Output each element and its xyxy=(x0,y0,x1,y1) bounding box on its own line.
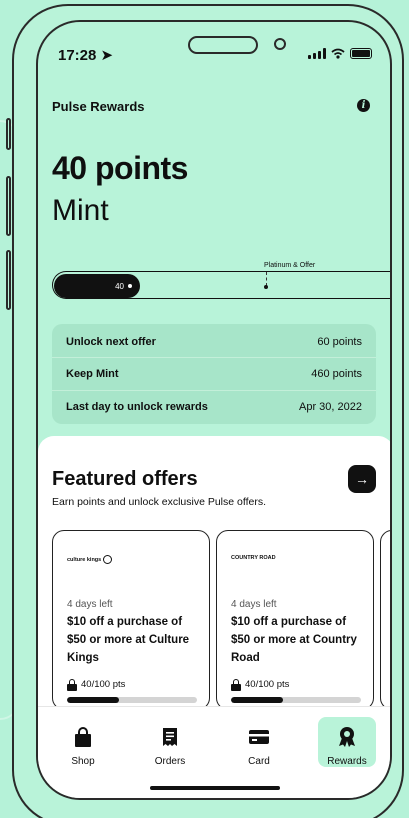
offer-title: $10 off a purchase of $50 or more at Cou… xyxy=(231,616,357,664)
tab-orders[interactable]: Orders xyxy=(141,717,199,767)
tab-label: Rewards xyxy=(327,756,367,767)
offer-points-label: 40/100 pts xyxy=(245,679,290,690)
receipt-icon xyxy=(163,728,177,746)
days-left: 4 days left xyxy=(67,599,113,610)
phone-screen: 17:28 ➤ Pulse Rewards i 40 points Mint 4… xyxy=(36,20,392,800)
brand-logo: culture kings xyxy=(67,555,113,564)
offer-points: 40/100 pts xyxy=(67,678,126,691)
camera-dot xyxy=(274,38,286,50)
milestone-label: Platinum & Offer xyxy=(264,262,316,269)
phone-side-button xyxy=(6,118,11,150)
tab-label: Orders xyxy=(154,756,186,767)
info-row: Last day to unlock rewards Apr 30, 2022 xyxy=(66,401,362,413)
signal-icon xyxy=(308,48,326,59)
featured-title: Featured offers xyxy=(52,468,198,490)
info-row-label: Unlock next offer xyxy=(66,336,156,348)
offer-progress-fill xyxy=(231,697,283,703)
battery-icon xyxy=(350,48,372,59)
shopping-bag-icon xyxy=(75,727,91,747)
points-total: 40 points xyxy=(52,150,188,186)
phone-side-button xyxy=(6,176,11,236)
tab-label: Card xyxy=(248,756,270,767)
offer-card[interactable]: COUNTRY ROAD 4 days left $10 off a purch… xyxy=(216,530,374,710)
info-row-value: 460 points xyxy=(311,368,362,380)
tab-label: Shop xyxy=(71,756,95,767)
offer-card[interactable] xyxy=(380,530,390,710)
offer-card[interactable]: culture kings 4 days left $10 off a purc… xyxy=(52,530,210,710)
tier-name: Mint xyxy=(52,194,109,227)
offer-points: 40/100 pts xyxy=(231,678,290,691)
info-row-value: 60 points xyxy=(317,336,362,348)
offer-title: $10 off a purchase of $50 or more at Cul… xyxy=(67,616,190,664)
lock-icon xyxy=(231,678,241,691)
milestone-dot xyxy=(264,285,268,289)
brand-name: culture kings xyxy=(67,556,102,563)
tab-rewards[interactable]: Rewards xyxy=(318,717,376,767)
home-indicator xyxy=(150,786,280,790)
offer-points-label: 40/100 pts xyxy=(81,679,126,690)
phone-side-button xyxy=(6,250,11,310)
milestone-tick xyxy=(266,272,267,286)
info-row: Unlock next offer 60 points xyxy=(66,336,362,348)
status-time: 17:28 ➤ xyxy=(58,47,114,64)
info-row-value: Apr 30, 2022 xyxy=(299,401,362,413)
arrow-right-icon: → xyxy=(355,471,369,487)
progress-dot xyxy=(128,284,132,288)
progress-value: 40 xyxy=(115,281,124,291)
offer-progress-bar xyxy=(67,697,197,703)
tab-shop[interactable]: Shop xyxy=(54,717,112,767)
rewards-info-panel: Unlock next offer 60 points Keep Mint 46… xyxy=(52,324,376,424)
status-icons xyxy=(308,48,372,59)
divider xyxy=(52,390,376,391)
brand-name: COUNTRY ROAD xyxy=(231,555,276,561)
info-icon[interactable]: i xyxy=(357,99,370,112)
offer-progress-fill xyxy=(67,697,119,703)
info-row-label: Keep Mint xyxy=(66,368,119,380)
offer-progress-bar xyxy=(231,697,361,703)
brand-mark-icon xyxy=(103,555,113,564)
lock-icon xyxy=(67,678,77,691)
wifi-icon xyxy=(331,48,345,59)
see-all-button[interactable]: → xyxy=(348,465,376,493)
location-arrow-icon: ➤ xyxy=(100,47,114,64)
progress-indicator: 40 xyxy=(54,274,140,298)
tab-card[interactable]: Card xyxy=(230,717,288,767)
info-row: Keep Mint 460 points xyxy=(66,368,362,380)
page-title: Pulse Rewards xyxy=(52,99,145,114)
notch xyxy=(188,36,258,54)
info-row-label: Last day to unlock rewards xyxy=(66,401,208,413)
award-icon xyxy=(339,727,355,747)
divider xyxy=(52,357,376,358)
credit-card-icon xyxy=(249,730,269,744)
brand-logo: COUNTRY ROAD xyxy=(231,555,276,561)
days-left: 4 days left xyxy=(231,599,277,610)
featured-subtitle: Earn points and unlock exclusive Pulse o… xyxy=(52,496,267,508)
